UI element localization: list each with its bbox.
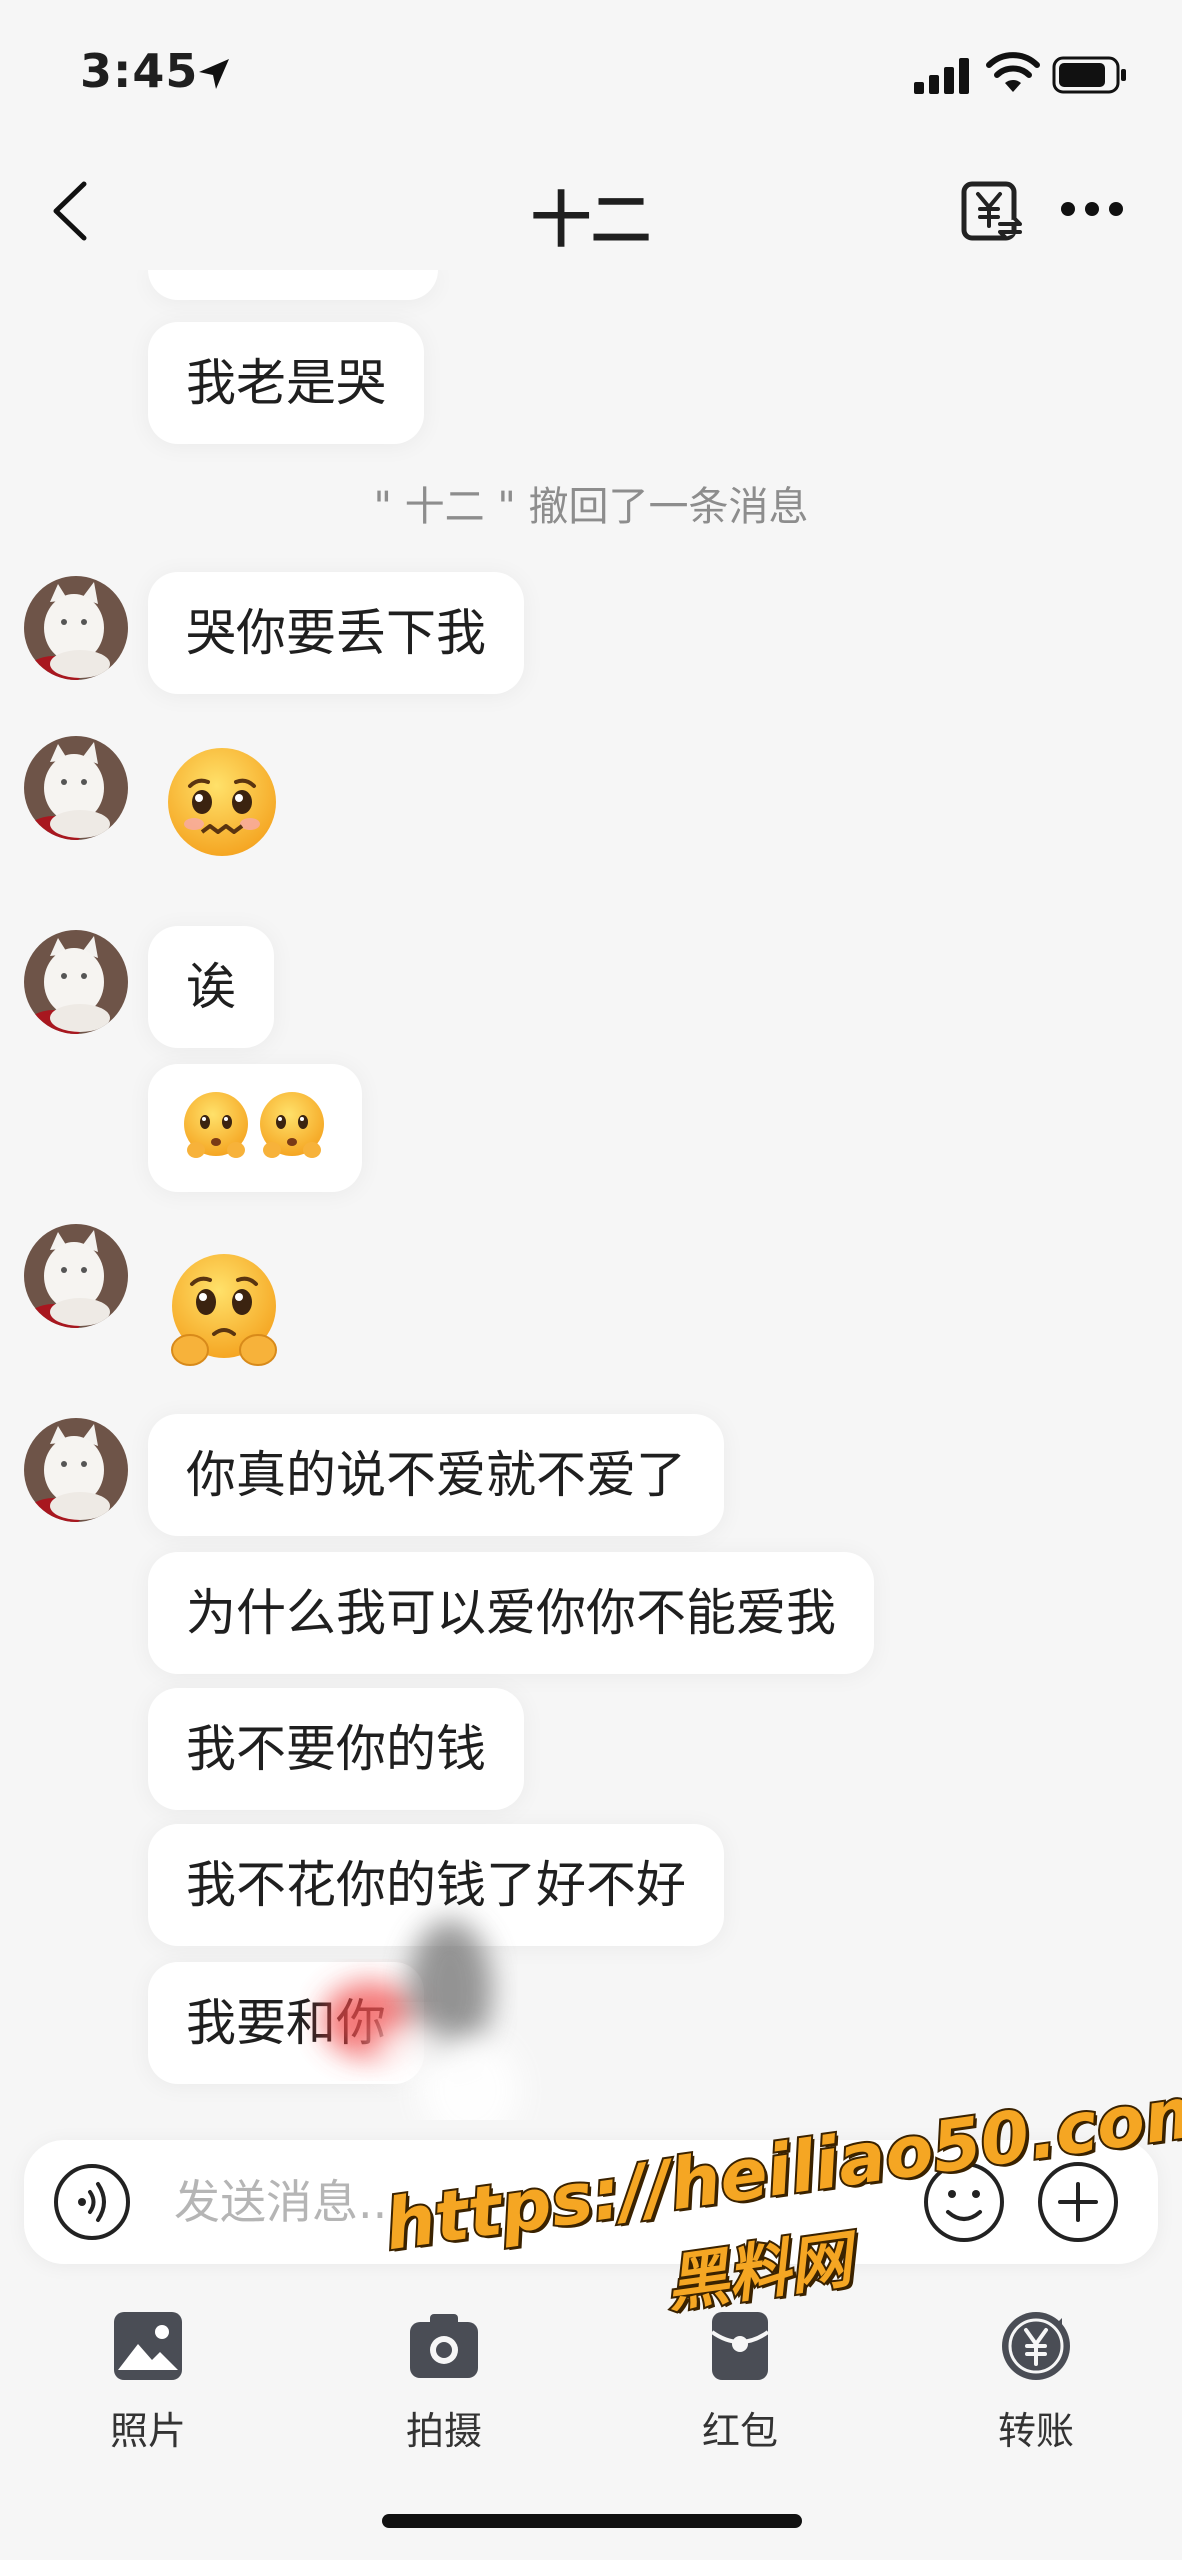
avatar[interactable] xyxy=(24,736,128,840)
red-packet-label: 红包 xyxy=(701,2409,778,2453)
battery-icon xyxy=(1052,56,1126,94)
photo-icon xyxy=(114,2312,182,2380)
ellipsis-icon[interactable] xyxy=(1058,194,1126,224)
location-arrow-icon xyxy=(199,59,229,89)
message-bubble[interactable]: 我不花你的钱了好不好 xyxy=(148,1824,724,1946)
camera-label: 拍摄 xyxy=(405,2409,482,2453)
message-text: 为什么我可以爱你你不能爱我 xyxy=(186,1584,836,1642)
message-bubble-partial xyxy=(148,270,438,300)
cat-avatar-icon xyxy=(24,576,128,680)
yuan-coin-icon xyxy=(1002,2312,1070,2380)
message-text: 哭你要丢下我 xyxy=(186,604,486,662)
status-bar: 3:45 xyxy=(0,0,1182,150)
message-text: 我老是哭 xyxy=(186,354,386,412)
home-indicator[interactable] xyxy=(382,2514,802,2528)
recall-notice: " 十二 " 撤回了一条消息 xyxy=(373,484,809,530)
photo-button[interactable]: 照片 xyxy=(48,2290,248,2470)
message-bubble[interactable]: 你真的说不爱就不爱了 xyxy=(148,1414,724,1536)
cat-avatar-icon xyxy=(24,930,128,1034)
avatar[interactable] xyxy=(24,1418,128,1522)
pleading-face-hands-emoji[interactable] xyxy=(164,1250,284,1370)
message-bubble[interactable]: 为什么我可以爱你你不能爱我 xyxy=(148,1552,874,1674)
wifi-icon xyxy=(986,52,1040,92)
message-bubble[interactable]: 哭你要丢下我 xyxy=(148,572,524,694)
message-text: 诶 xyxy=(186,958,236,1016)
message-bubble[interactable]: 我不要你的钱 xyxy=(148,1688,524,1810)
status-time: 3:45 xyxy=(80,44,199,98)
voice-icon[interactable] xyxy=(52,2162,132,2242)
two-pleading-hands-emoji xyxy=(184,1092,324,1158)
message-text: 你真的说不爱就不爱了 xyxy=(186,1446,686,1504)
pleading-face-emoji[interactable] xyxy=(164,744,280,860)
message-text: 我要和你 xyxy=(186,1994,386,2052)
message-composer xyxy=(24,2140,1158,2264)
message-bubble[interactable]: 我老是哭 xyxy=(148,322,424,444)
avatar[interactable] xyxy=(24,576,128,680)
red-packet-icon xyxy=(710,2312,770,2380)
cat-avatar-icon xyxy=(24,1418,128,1522)
smile-icon[interactable] xyxy=(922,2160,1006,2244)
plus-circle-icon[interactable] xyxy=(1036,2160,1120,2244)
message-list[interactable]: 我老是哭 " 十二 " 撤回了一条消息 哭你要丢下我 诶 你真的说不爱就不爱了 … xyxy=(0,270,1182,2120)
cat-avatar-icon xyxy=(24,736,128,840)
red-packet-button[interactable]: 红包 xyxy=(640,2290,840,2470)
avatar[interactable] xyxy=(24,1224,128,1328)
transfer-label: 转账 xyxy=(997,2409,1074,2453)
message-text: 我不要你的钱 xyxy=(186,1720,486,1778)
chat-header: 十二 xyxy=(0,150,1182,270)
message-input[interactable] xyxy=(174,2158,914,2246)
message-bubble[interactable]: 我要和你 xyxy=(148,1962,424,2084)
cellular-signal-icon xyxy=(914,58,969,94)
message-bubble[interactable]: 诶 xyxy=(148,926,274,1048)
transfer-button[interactable]: 转账 xyxy=(936,2290,1136,2470)
yuan-transfer-icon[interactable] xyxy=(960,180,1024,244)
message-bubble[interactable] xyxy=(148,1064,362,1192)
photo-label: 照片 xyxy=(109,2409,186,2453)
chat-toolbar: 照片 拍摄 红包 转账 xyxy=(0,2290,1182,2470)
camera-button[interactable]: 拍摄 xyxy=(344,2290,544,2470)
avatar[interactable] xyxy=(24,930,128,1034)
message-text: 我不花你的钱了好不好 xyxy=(186,1856,686,1914)
camera-icon xyxy=(410,2314,478,2378)
cat-avatar-icon xyxy=(24,1224,128,1328)
